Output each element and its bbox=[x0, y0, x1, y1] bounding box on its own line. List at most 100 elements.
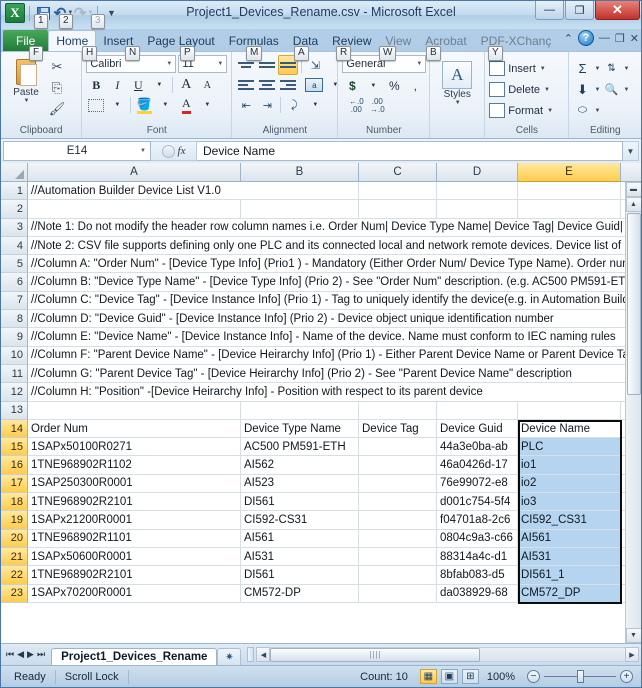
expand-formula-bar-icon[interactable]: ▼ bbox=[623, 141, 639, 161]
insert-function-icon[interactable]: fx bbox=[178, 145, 186, 157]
cell-c17[interactable] bbox=[359, 474, 437, 493]
cell-c22[interactable] bbox=[359, 566, 437, 584]
insert-cells-button[interactable]: Insert ▼ bbox=[489, 58, 564, 79]
clear-icon[interactable]: ⬭ bbox=[573, 104, 591, 117]
cell-d20[interactable]: 0804c9a3-c66 bbox=[437, 529, 518, 547]
new-sheet-icon[interactable]: ✷ bbox=[217, 648, 242, 665]
column-header-c[interactable]: C bbox=[359, 163, 437, 182]
scroll-right-button[interactable]: ▶ bbox=[625, 647, 639, 662]
zoom-slider[interactable]: − + bbox=[527, 670, 633, 683]
last-sheet-icon[interactable]: ⏭ bbox=[37, 649, 45, 660]
cell-c14[interactable]: Device Tag bbox=[359, 419, 437, 438]
cell-a1[interactable]: //Automation Builder Device List V1.0 bbox=[28, 182, 241, 199]
cell-d23[interactable]: da038929-68 bbox=[437, 584, 518, 602]
styles-button[interactable]: A Styles ▼ bbox=[442, 61, 473, 106]
cell-a2[interactable] bbox=[28, 200, 241, 218]
chevron-down-icon[interactable]: ▼ bbox=[363, 76, 383, 96]
next-sheet-icon[interactable]: ▶ bbox=[27, 649, 34, 660]
cut-icon[interactable]: ✂ bbox=[47, 57, 67, 77]
cell-a5[interactable]: //Column A: "Order Num" - [Device Type I… bbox=[28, 255, 640, 272]
cell-d1[interactable] bbox=[437, 182, 518, 200]
cell-a17[interactable]: 1SAP250300R0001 bbox=[28, 474, 241, 493]
increase-indent-button[interactable]: ⇥ bbox=[257, 95, 277, 115]
maximize-button[interactable]: ❐ bbox=[565, 1, 594, 20]
chevron-down-icon[interactable]: ▼ bbox=[594, 87, 600, 93]
name-box[interactable]: E14 ▼ bbox=[3, 141, 151, 161]
autosum-icon[interactable]: Σ bbox=[573, 61, 591, 76]
scroll-left-button[interactable]: ◀ bbox=[256, 647, 271, 662]
cell-b23[interactable]: CM572-DP bbox=[241, 584, 359, 602]
row-header-21[interactable]: 21 bbox=[1, 547, 28, 567]
zoom-thumb[interactable] bbox=[577, 670, 584, 683]
font-color-button[interactable]: A bbox=[176, 95, 196, 115]
row-header-18[interactable]: 18 bbox=[1, 493, 28, 512]
cell-b13[interactable] bbox=[241, 401, 359, 419]
format-cells-button[interactable]: Format ▼ bbox=[489, 100, 564, 121]
chevron-down-icon[interactable]: ▼ bbox=[305, 95, 325, 115]
cell-d22[interactable]: 8bfab083-d5 bbox=[437, 566, 518, 584]
cell-b15[interactable]: AC500 PM591-ETH bbox=[241, 438, 359, 456]
accounting-format-button[interactable]: $ bbox=[342, 76, 362, 96]
cell-b14[interactable]: Device Type Name bbox=[241, 419, 359, 438]
cell-b17[interactable]: AI523 bbox=[241, 474, 359, 493]
cell-b19[interactable]: CI592-CS31 bbox=[241, 511, 359, 529]
cell-e13[interactable] bbox=[518, 401, 621, 419]
help-icon[interactable]: ? bbox=[577, 30, 594, 46]
cell-a4[interactable]: //Note 2: CSV file supports defining onl… bbox=[28, 237, 640, 254]
cell-a8[interactable]: //Column D: "Device Guid" - [Device Inst… bbox=[28, 310, 640, 327]
row-header-1[interactable]: 1 bbox=[1, 182, 28, 201]
chevron-down-icon[interactable]: ▼ bbox=[107, 95, 127, 115]
row-header-3[interactable]: 3 bbox=[1, 218, 28, 237]
cell-c19[interactable] bbox=[359, 511, 437, 529]
vertical-scrollbar[interactable]: ▬ ▲ ▼ bbox=[625, 182, 641, 643]
cell-a21[interactable]: 1SAPx50600R0001 bbox=[28, 547, 241, 566]
cell-d21[interactable]: 88314a4c-d1 bbox=[437, 547, 518, 566]
merge-center-button[interactable]: a bbox=[304, 75, 324, 95]
cell-c18[interactable] bbox=[359, 493, 437, 511]
cell-d15[interactable]: 44a3e0ba-ab bbox=[437, 438, 518, 456]
comma-style-button[interactable]: , bbox=[405, 76, 425, 96]
chevron-down-icon[interactable]: ▼ bbox=[149, 75, 169, 95]
row-header-5[interactable]: 5 bbox=[1, 255, 28, 274]
cell-e14[interactable]: Device Name bbox=[518, 419, 621, 438]
first-sheet-icon[interactable]: ⏮ bbox=[6, 649, 14, 660]
cell-e22[interactable]: DI561_1 bbox=[518, 566, 621, 584]
paste-button[interactable]: Paste ▼ bbox=[5, 55, 47, 104]
cell-a16[interactable]: 1TNE968902R1102 bbox=[28, 456, 241, 474]
chevron-down-icon[interactable]: ▼ bbox=[197, 95, 217, 115]
fill-icon[interactable]: ⬇ bbox=[573, 82, 591, 98]
cell-a13[interactable] bbox=[28, 401, 241, 419]
sheet-tab-active[interactable]: Project1_Devices_Rename bbox=[51, 647, 218, 666]
cell-e1[interactable] bbox=[518, 182, 621, 200]
cell-e19[interactable]: CI592_CS31 bbox=[518, 511, 621, 529]
sort-filter-icon[interactable]: ⇅ bbox=[602, 63, 620, 74]
align-center-button[interactable] bbox=[257, 75, 277, 95]
formula-input[interactable]: Device Name bbox=[197, 141, 623, 161]
row-header-12[interactable]: 12 bbox=[1, 383, 28, 402]
cell-a23[interactable]: 1SAPx70200R0001 bbox=[28, 584, 241, 602]
cell-a20[interactable]: 1TNE968902R1101 bbox=[28, 529, 241, 547]
copy-icon[interactable]: ⎘ bbox=[47, 78, 67, 98]
cell-d19[interactable]: f04701a8-2c6 bbox=[437, 511, 518, 529]
increase-decimal-button[interactable]: ←.0.00 bbox=[346, 96, 366, 116]
row-header-22[interactable]: 22 bbox=[1, 566, 28, 585]
horizontal-scroll-track[interactable]: |||| bbox=[270, 647, 625, 662]
view-normal-button[interactable]: ▦ bbox=[419, 669, 437, 684]
row-header-13[interactable]: 13 bbox=[1, 401, 28, 420]
select-all-corner[interactable] bbox=[1, 163, 28, 182]
chevron-down-icon[interactable]: ▼ bbox=[155, 95, 175, 115]
find-select-icon[interactable]: 🔍 bbox=[602, 83, 620, 96]
cell-c21[interactable] bbox=[359, 547, 437, 566]
zoom-in-button[interactable]: + bbox=[620, 670, 633, 683]
row-header-9[interactable]: 9 bbox=[1, 328, 28, 347]
cell-b16[interactable]: AI562 bbox=[241, 456, 359, 474]
cell-c16[interactable] bbox=[359, 456, 437, 474]
row-header-15[interactable]: 15 bbox=[1, 438, 28, 457]
shrink-font-button[interactable]: A bbox=[197, 75, 217, 95]
tab-pdf-xchange[interactable]: PDF-XChanç bbox=[474, 31, 559, 51]
row-header-17[interactable]: 17 bbox=[1, 474, 28, 494]
cell-b1[interactable] bbox=[241, 182, 359, 200]
cell-d13[interactable] bbox=[437, 401, 518, 419]
cell-a12[interactable]: //Column H: "Position" -[Device Heirarch… bbox=[28, 383, 640, 400]
cell-a10[interactable]: //Column F: "Parent Device Name" - [Devi… bbox=[28, 347, 640, 364]
